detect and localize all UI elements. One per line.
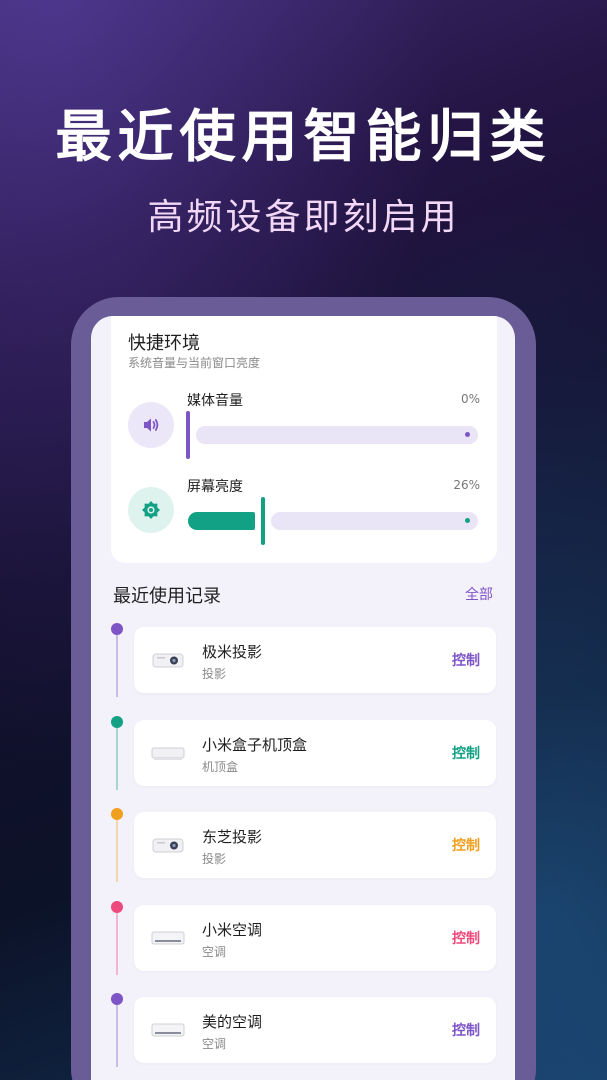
control-button[interactable]: 控制 <box>452 1020 480 1040</box>
phone-screen: 快捷环境 系统音量与当前窗口亮度 媒体音量 0% 屏幕亮度 26% 最近使用记录… <box>91 316 515 1080</box>
brightness-value: 26% <box>453 478 480 492</box>
timeline-line <box>116 1005 118 1067</box>
device-card[interactable]: 小米盒子机顶盒机顶盒 控制 <box>134 719 496 786</box>
timeline-dot <box>111 623 123 635</box>
device-name: 东芝投影 <box>202 828 263 846</box>
timeline-dot <box>111 715 123 728</box>
brightness-slider[interactable] <box>271 512 478 530</box>
media-volume-thumb[interactable] <box>186 411 190 459</box>
timeline-line <box>116 820 118 882</box>
brightness-label: 屏幕亮度 <box>187 479 243 495</box>
media-volume-label: 媒体音量 <box>187 393 243 409</box>
timeline-dot <box>111 808 123 820</box>
settop-box-icon <box>150 741 186 765</box>
control-button[interactable]: 控制 <box>452 835 480 855</box>
projector-icon <box>150 833 186 857</box>
recent-all-link[interactable]: 全部 <box>465 584 493 604</box>
device-name: 美的空调 <box>202 1013 263 1031</box>
device-type: 机顶盒 <box>202 759 239 774</box>
device-card[interactable]: 美的空调空调 控制 <box>134 997 496 1063</box>
media-volume-value: 0% <box>460 392 480 406</box>
device-type: 空调 <box>202 1037 227 1051</box>
headline: 最近使用智能归类 <box>55 105 552 170</box>
device-name: 极米投影 <box>202 643 263 661</box>
quick-environment-subtitle: 系统音量与当前窗口亮度 <box>128 356 261 370</box>
device-card[interactable]: 东芝投影投影 控制 <box>134 812 496 878</box>
device-name: 小米盒子机顶盒 <box>202 735 308 754</box>
slider-end-dot <box>464 518 470 523</box>
timeline-dot <box>111 900 123 913</box>
subheadline: 高频设备即刻启用 <box>147 197 460 238</box>
device-type: 空调 <box>202 944 227 959</box>
device-type: 投影 <box>202 667 227 681</box>
brightness-thumb[interactable] <box>261 497 266 545</box>
control-button[interactable]: 控制 <box>452 743 480 763</box>
recent-title: 最近使用记录 <box>113 586 221 607</box>
quick-environment-card: 快捷环境 系统音量与当前窗口亮度 媒体音量 0% 屏幕亮度 26% <box>111 316 497 563</box>
device-type: 投影 <box>202 852 227 866</box>
control-button[interactable]: 控制 <box>452 928 480 948</box>
brightness-fill <box>188 512 256 530</box>
sun-icon <box>128 487 174 533</box>
timeline-line <box>116 912 118 975</box>
air-conditioner-icon <box>150 926 186 950</box>
air-conditioner-icon <box>150 1018 186 1042</box>
device-card[interactable]: 极米投影投影 控制 <box>134 627 496 693</box>
device-name: 小米空调 <box>202 920 263 939</box>
speaker-icon <box>128 402 174 448</box>
timeline-line <box>116 727 118 790</box>
device-card[interactable]: 小米空调空调 控制 <box>134 904 496 971</box>
timeline-line <box>116 635 118 697</box>
slider-end-dot <box>465 432 470 437</box>
timeline-dot <box>111 993 123 1005</box>
control-button[interactable]: 控制 <box>452 650 480 670</box>
media-volume-slider[interactable] <box>196 426 478 444</box>
projector-icon <box>150 648 186 672</box>
quick-environment-title: 快捷环境 <box>128 333 200 354</box>
